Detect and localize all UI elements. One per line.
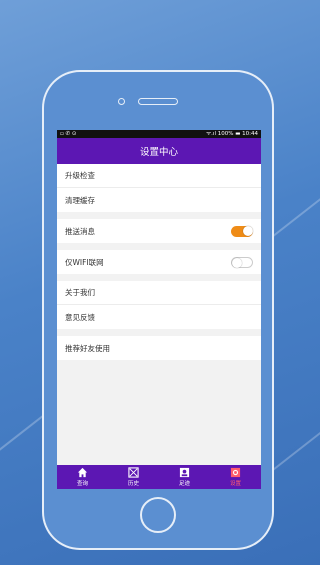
settings-group-3: 仅WIFI联网 [57, 250, 261, 274]
tab-footprint[interactable]: 足迹 [159, 465, 210, 489]
status-bar: ▫ ✆ ⊙ ᯤ.ıl 100% ▬ 10:44 [57, 130, 261, 138]
tab-settings[interactable]: 设置 [210, 465, 261, 489]
tab-settings-label: 设置 [229, 481, 241, 487]
push-messages-label: 推送消息 [65, 226, 95, 236]
page-title: 设置中心 [139, 147, 178, 158]
app-screen: ▫ ✆ ⊙ ᯤ.ıl 100% ▬ 10:44 设置中心 升级检查 清理缓存 推… [57, 130, 261, 489]
settings-group-2: 推送消息 [57, 219, 261, 243]
upgrade-check-item[interactable]: 升级检查 [57, 164, 261, 188]
recommend-label: 推荐好友使用 [65, 343, 110, 353]
history-icon [128, 467, 139, 478]
push-messages-item: 推送消息 [57, 219, 261, 243]
tab-footprint-label: 足迹 [178, 481, 190, 487]
about-us-label: 关于我们 [65, 288, 95, 297]
home-icon [77, 467, 88, 478]
camera-icon [118, 98, 125, 105]
feedback-label: 意见反馈 [65, 312, 95, 322]
clear-cache-label: 清理缓存 [65, 195, 95, 205]
settings-group-4: 关于我们 意见反馈 [57, 281, 261, 329]
upgrade-check-label: 升级检查 [65, 171, 95, 180]
toggle-knob [242, 226, 253, 236]
push-messages-toggle[interactable] [231, 225, 253, 237]
tab-query-label: 查询 [76, 481, 88, 487]
tab-query[interactable]: 查询 [57, 465, 108, 489]
speaker-icon [138, 98, 178, 105]
recommend-item[interactable]: 推荐好友使用 [57, 336, 261, 360]
status-right: ᯤ.ıl 100% ▬ 10:44 [206, 131, 258, 137]
settings-group-1: 升级检查 清理缓存 [57, 164, 261, 212]
tab-history[interactable]: 历史 [108, 465, 159, 489]
settings-icon [230, 467, 241, 478]
status-left: ▫ ✆ ⊙ [60, 131, 77, 137]
wifi-only-item: 仅WIFI联网 [57, 250, 261, 274]
clear-cache-item[interactable]: 清理缓存 [57, 188, 261, 212]
settings-group-5: 推荐好友使用 [57, 336, 261, 360]
title-bar: 设置中心 [57, 138, 261, 164]
about-us-item[interactable]: 关于我们 [57, 281, 261, 305]
footprint-icon [179, 467, 190, 478]
home-button[interactable] [140, 497, 176, 533]
tab-history-label: 历史 [127, 481, 139, 487]
feedback-item[interactable]: 意见反馈 [57, 305, 261, 329]
bottom-tab-bar: 查询 历史 足迹 设置 [57, 465, 261, 489]
toggle-knob [232, 257, 242, 268]
wifi-only-label: 仅WIFI联网 [65, 257, 104, 267]
wifi-only-toggle[interactable] [231, 256, 253, 268]
